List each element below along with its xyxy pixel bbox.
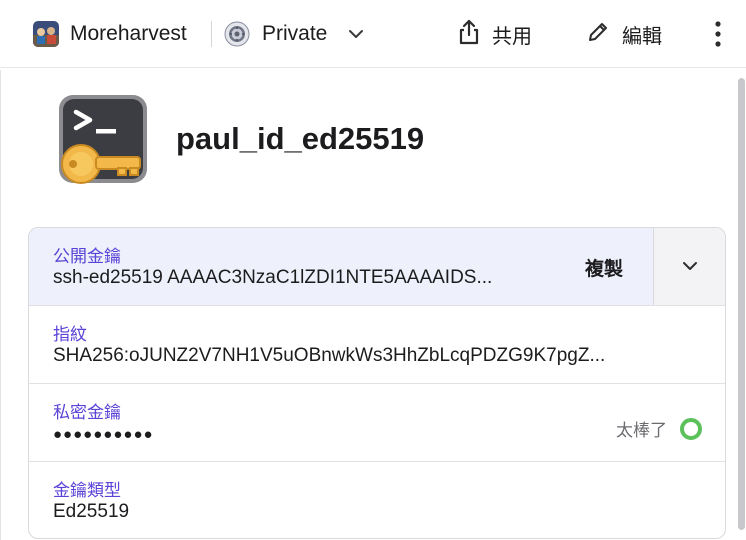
- chevron-down-icon: [683, 262, 697, 270]
- fingerprint-label: 指紋: [53, 325, 87, 344]
- share-icon: [456, 18, 482, 51]
- password-strength-indicator: 太棒了: [616, 416, 703, 441]
- window-edge: [0, 70, 1, 540]
- item-header-bar: Moreharvest Private 共用 編輯: [0, 0, 746, 68]
- pencil-icon: [586, 20, 610, 49]
- private-vault-icon[interactable]: [224, 21, 250, 47]
- public-key-label: 公開金鑰: [53, 247, 121, 266]
- key-type-label: 金鑰類型: [53, 481, 121, 500]
- ssh-key-details-card: 公開金鑰 ssh-ed25519 AAAAC3NzaC1lZDI1NTE5AAA…: [28, 227, 726, 539]
- private-key-label: 私密金鑰: [53, 403, 121, 422]
- vault-visibility-label[interactable]: Private: [262, 20, 327, 48]
- ssh-key-icon: [56, 94, 150, 188]
- fingerprint-field[interactable]: 指紋 SHA256:oJUNZ2V7NH1V5uOBnwkWs3HhZbLcqP…: [29, 306, 725, 384]
- divider: [211, 21, 212, 47]
- private-key-masked-value[interactable]: ●●●●●●●●●●: [53, 426, 154, 443]
- share-label: 共用: [492, 25, 532, 48]
- edit-button[interactable]: 編輯: [586, 18, 662, 50]
- public-key-value[interactable]: ssh-ed25519 AAAAC3NzaC1lZDI1NTE5AAAAIDS.…: [53, 267, 563, 289]
- public-key-field[interactable]: 公開金鑰 ssh-ed25519 AAAAC3NzaC1lZDI1NTE5AAA…: [29, 228, 725, 306]
- item-title[interactable]: paul_id_ed25519: [176, 118, 424, 160]
- key-type-field[interactable]: 金鑰類型 Ed25519: [29, 462, 725, 538]
- fingerprint-value[interactable]: SHA256:oJUNZ2V7NH1V5uOBnwkWs3HhZbLcqPDZG…: [53, 345, 703, 367]
- vault-name[interactable]: Moreharvest: [70, 20, 187, 48]
- scrollbar-thumb[interactable]: [738, 78, 745, 530]
- strength-ring-icon: [680, 417, 702, 440]
- more-options-icon[interactable]: [706, 18, 730, 50]
- expand-public-key-button[interactable]: [653, 228, 725, 305]
- key-type-value[interactable]: Ed25519: [53, 501, 129, 523]
- strength-label: 太棒了: [616, 421, 667, 440]
- vault-avatar-icon[interactable]: [33, 21, 59, 47]
- private-key-field[interactable]: 私密金鑰 ●●●●●●●●●● 太棒了: [29, 384, 725, 462]
- copy-button[interactable]: 複製: [585, 254, 623, 281]
- share-button[interactable]: 共用: [456, 18, 532, 50]
- edit-label: 編輯: [622, 25, 662, 48]
- chevron-down-icon[interactable]: [347, 25, 365, 43]
